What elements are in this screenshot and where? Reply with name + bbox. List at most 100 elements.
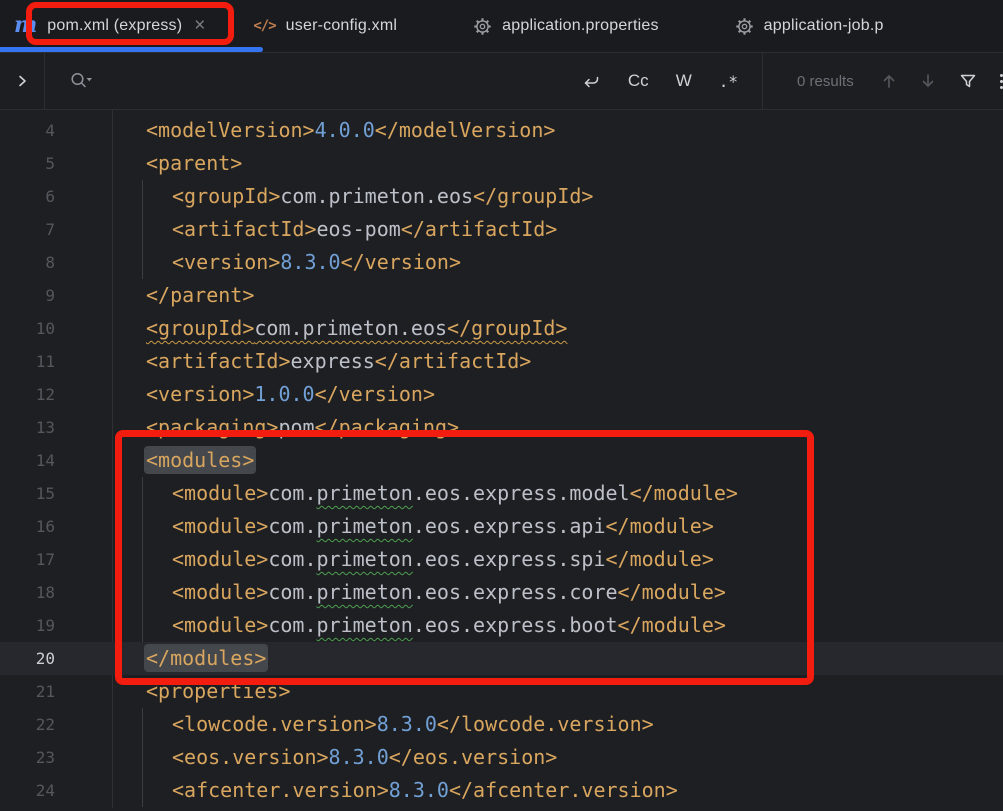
xml-tag-token: </afcenter.version> (449, 778, 678, 802)
line-number: 8 (0, 246, 55, 279)
code-text: <groupId>com.primeton.eos</groupId> (172, 180, 593, 213)
search-nav-buttons (881, 72, 1003, 90)
code-line-18[interactable]: 18<module>com.primeton.eos.express.core<… (0, 576, 1003, 609)
previous-occurrence-button[interactable] (881, 72, 897, 90)
xml-tag-token: </packaging> (315, 415, 460, 439)
code-line-9[interactable]: 9</parent> (0, 279, 1003, 312)
line-number: 16 (0, 510, 55, 543)
xml-value-token: primeton (317, 547, 413, 571)
indent-guide (142, 774, 143, 807)
code-text: </modules> (146, 642, 266, 675)
code-line-12[interactable]: 12<version>1.0.0</version> (0, 378, 1003, 411)
code-text: <lowcode.version>8.3.0</lowcode.version> (172, 708, 654, 741)
search-input[interactable] (95, 53, 581, 109)
code-line-24[interactable]: 24<afcenter.version>8.3.0</afcenter.vers… (0, 774, 1003, 807)
code-text: <properties> (146, 675, 291, 708)
xml-value-token: com. (268, 613, 316, 637)
tab-label: application.properties (502, 17, 659, 35)
code-editor[interactable]: 4<modelVersion>4.0.0</modelVersion>5<par… (0, 110, 1003, 808)
xml-tag-token: <groupId> (172, 184, 280, 208)
xml-tag-token: <version> (146, 382, 254, 406)
code-line-5[interactable]: 5<parent> (0, 147, 1003, 180)
line-number: 7 (0, 213, 55, 246)
code-line-21[interactable]: 21<properties> (0, 675, 1003, 708)
code-text: <artifactId>express</artifactId> (146, 345, 531, 378)
xml-tag-token: </module> (618, 613, 726, 637)
code-line-8[interactable]: 8 <version>8.3.0</version> (0, 246, 1003, 279)
code-text: </parent> (146, 279, 254, 312)
code-text: <module>com.primeton.eos.express.core</m… (172, 576, 726, 609)
line-number: 12 (0, 378, 55, 411)
whole-words-button[interactable]: W (676, 71, 692, 91)
search-history-button[interactable] (69, 71, 95, 91)
expand-search-button[interactable] (0, 53, 44, 109)
xml-tag-token: </eos.version> (389, 745, 558, 769)
filter-button[interactable] (959, 72, 977, 90)
xml-value-token: com.primeton.eos (280, 184, 473, 208)
code-line-22[interactable]: 22<lowcode.version>8.3.0</lowcode.versio… (0, 708, 1003, 741)
ide-window: mpom.xml (express)×</>user-config.xmlapp… (0, 0, 1003, 811)
xml-tag-token: </modelVersion> (375, 118, 556, 142)
code-text: <modelVersion>4.0.0</modelVersion> (146, 114, 555, 147)
tab-label: user-config.xml (286, 17, 397, 35)
xml-value-token: primeton (317, 613, 413, 637)
tab-strip: mpom.xml (express)×</>user-config.xmlapp… (0, 0, 922, 52)
next-occurrence-button[interactable] (920, 72, 936, 90)
code-line-17[interactable]: 17<module>com.primeton.eos.express.spi</… (0, 543, 1003, 576)
xml-tag-token: <module> (172, 481, 268, 505)
code-line-23[interactable]: 23<eos.version>8.3.0</eos.version> (0, 741, 1003, 774)
xml-value-token: com. (268, 481, 316, 505)
code-text: <packaging>pom</packaging> (146, 411, 459, 444)
xml-tag-token: <module> (172, 613, 268, 637)
code-line-7[interactable]: 7<artifactId>eos-pom</artifactId> (0, 213, 1003, 246)
code-line-14[interactable]: 14<modules> (0, 444, 1003, 477)
indent-guide (142, 213, 143, 246)
code-line-10[interactable]: 10<groupId>com.primeton.eos</groupId> (0, 312, 1003, 345)
code-text: <eos.version>8.3.0</eos.version> (172, 741, 557, 774)
xml-tag-token: <packaging> (146, 415, 278, 439)
xml-tag-token: <artifactId> (146, 349, 291, 373)
active-tab-indicator (0, 47, 263, 52)
chevron-right-icon (14, 73, 30, 89)
tab-application-properties[interactable]: application.properties (435, 0, 697, 52)
xml-tag-token: <version> (172, 250, 280, 274)
chevron-down-icon (87, 78, 93, 81)
code-line-4[interactable]: 4<modelVersion>4.0.0</modelVersion> (0, 114, 1003, 147)
code-text: <modules> (146, 444, 254, 477)
newline-button[interactable] (581, 72, 601, 90)
xml-value-token: com. (268, 514, 316, 538)
code-line-15[interactable]: 15<module>com.primeton.eos.express.model… (0, 477, 1003, 510)
xml-value-token: .eos.express.model (413, 481, 630, 505)
tab-application-job-p[interactable]: application-job.p (697, 0, 922, 52)
code-line-16[interactable]: 16<module>com.primeton.eos.express.api</… (0, 510, 1003, 543)
code-line-11[interactable]: 11 <artifactId>express</artifactId> (0, 345, 1003, 378)
code-text: <afcenter.version>8.3.0</afcenter.versio… (172, 774, 678, 807)
match-case-button[interactable]: Cc (628, 71, 649, 91)
tab-label: pom.xml (express) (47, 17, 182, 35)
line-number: 17 (0, 543, 55, 576)
xml-value-token: com. (268, 580, 316, 604)
code-line-19[interactable]: 19<module>com.primeton.eos.express.boot<… (0, 609, 1003, 642)
xml-value-token: 8.3.0 (389, 778, 449, 802)
close-icon[interactable]: × (194, 15, 205, 37)
xml-tag-token: <module> (172, 547, 268, 571)
tab-pom-xml-express[interactable]: mpom.xml (express)× (0, 0, 215, 52)
arrow-down-icon (920, 72, 936, 90)
regex-button[interactable]: .* (719, 72, 738, 91)
xml-value-token: com.primeton.eos (254, 316, 447, 340)
code-line-6[interactable]: 6<groupId>com.primeton.eos</groupId> (0, 180, 1003, 213)
code-line-13[interactable]: 13<packaging>pom</packaging> (0, 411, 1003, 444)
xml-tag-token: <modelVersion> (146, 118, 315, 142)
find-toolbar: Cc W .* 0 results (0, 53, 1003, 110)
xml-value-token: pom (278, 415, 314, 439)
xml-value-token: express (291, 349, 375, 373)
code-text: <version>8.3.0</version> (172, 246, 461, 279)
code-line-20[interactable]: 20 </modules> (0, 642, 1003, 675)
xml-value-token: com. (268, 547, 316, 571)
tab-user-config-xml[interactable]: </>user-config.xml (215, 0, 435, 52)
line-number: 20 (0, 642, 55, 675)
indent-guide (142, 543, 143, 576)
xml-tag-token: <modules> (146, 448, 254, 472)
line-number: 11 (0, 345, 55, 378)
xml-tag-token: </lowcode.version> (437, 712, 654, 736)
